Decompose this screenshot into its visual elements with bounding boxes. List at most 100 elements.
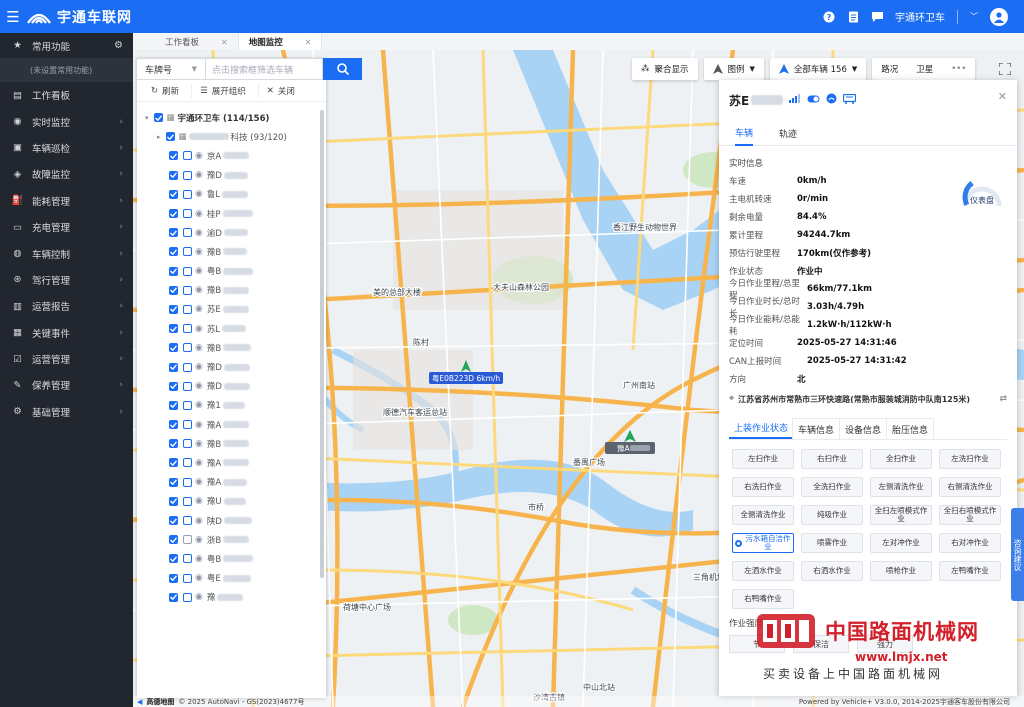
checkbox[interactable] <box>169 151 178 161</box>
vehicle-list-item[interactable]: ◉ 苏E <box>137 300 320 319</box>
subtab-vehicle-info[interactable]: 车辆信息 <box>792 418 841 439</box>
expand-icon[interactable]: ▸ <box>157 133 161 141</box>
checkbox[interactable] <box>169 362 178 372</box>
dashboard-gauge[interactable]: 仪表盘 <box>960 178 1004 212</box>
vehicle-list-item[interactable]: ◉ 浙B <box>137 530 320 549</box>
eye-icon[interactable]: ◉ <box>195 189 203 199</box>
avatar-icon[interactable] <box>990 7 1008 26</box>
vehicle-list-item[interactable]: ◉ 粤B <box>137 549 320 568</box>
operation-button[interactable]: 左洗扫作业 <box>939 449 1001 469</box>
vehicle-list-item[interactable]: ◉ 豫B <box>137 338 320 357</box>
sidebar-item[interactable]: ▥ 运营报告 › <box>0 293 133 319</box>
subtab-tire-pressure[interactable]: 胎压信息 <box>886 418 935 439</box>
sidebar-item[interactable]: ⊛ 驾行管理 › <box>0 267 133 293</box>
operation-button[interactable]: 左侧清洗作业 <box>870 477 932 497</box>
fullscreen-icon[interactable] <box>996 60 1014 78</box>
checkbox[interactable] <box>169 189 178 199</box>
vehicle-list-item[interactable]: ◉ 豫D <box>137 377 320 396</box>
eye-icon[interactable]: ◉ <box>195 592 203 602</box>
sidebar-item[interactable]: ⚙ 基础管理 › <box>0 399 133 425</box>
checkbox[interactable] <box>169 420 178 430</box>
expand-org-button[interactable]: ☰ 展开组织 <box>192 83 259 98</box>
checkbox[interactable] <box>169 247 178 257</box>
all-vehicles-button[interactable]: 全部车辆 156 ▼ <box>769 58 867 80</box>
vehicle-search-input[interactable]: 点击搜索框筛选车辆 <box>206 58 323 80</box>
eye-icon[interactable]: ◉ <box>195 400 203 410</box>
message-icon[interactable] <box>871 11 883 23</box>
operation-button[interactable]: 喷雾作业 <box>801 533 863 553</box>
operation-button[interactable]: 全侧清洗作业 <box>732 505 794 525</box>
vehicle-list-item[interactable]: ◉ 豫B <box>137 281 320 300</box>
traffic-toggle[interactable]: 路况 <box>872 63 907 75</box>
sidebar-item-favorites[interactable]: ★ 常用功能 ⚙ <box>0 33 133 58</box>
gear-icon[interactable]: ⚙ <box>114 40 123 51</box>
operation-button[interactable]: 右扫作业 <box>801 449 863 469</box>
eye-icon[interactable]: ◉ <box>195 439 203 449</box>
sidebar-item[interactable]: ◍ 车辆控制 › <box>0 240 133 266</box>
help-icon[interactable]: ? <box>823 11 835 23</box>
vehicle-list-item[interactable]: ◉ 豫U <box>137 492 320 511</box>
operation-button[interactable]: 污水箱自洁作业 <box>732 533 794 553</box>
eye-icon[interactable]: ◉ <box>195 343 203 353</box>
operation-button[interactable]: 纯吸作业 <box>801 505 863 525</box>
eye-icon[interactable]: ◉ <box>195 324 203 334</box>
vehicle-list-item[interactable]: ◉ 豫D <box>137 166 320 185</box>
tab-dashboard[interactable]: 工作看板 ✕ <box>155 34 239 50</box>
vehicle-list-item[interactable]: ◉ 豫 <box>137 588 320 607</box>
document-icon[interactable] <box>847 11 859 23</box>
eye-icon[interactable]: ◉ <box>195 228 203 238</box>
operation-button[interactable]: 右侧清洗作业 <box>939 477 1001 497</box>
checkbox[interactable] <box>169 228 178 238</box>
operation-button[interactable]: 左洒水作业 <box>732 561 794 581</box>
search-type-select[interactable]: 车牌号 ▼ <box>136 58 206 80</box>
app-logo[interactable]: 宇通车联网 <box>26 7 132 27</box>
search-button[interactable] <box>323 58 362 80</box>
vehicle-list-item[interactable]: ◉ 豫A <box>137 473 320 492</box>
sidebar-item[interactable]: ⛽ 能耗管理 › <box>0 188 133 214</box>
sidebar-item[interactable]: ▦ 关键事件 › <box>0 320 133 346</box>
satellite-toggle[interactable]: 卫星 <box>907 63 942 75</box>
close-icon[interactable]: ✕ <box>305 38 312 47</box>
tab-map-monitor[interactable]: 地图监控 ✕ <box>238 34 323 50</box>
menu-toggle-icon[interactable]: ☰ <box>0 8 26 26</box>
close-tree-button[interactable]: ✕ 关闭 <box>259 84 307 98</box>
checkbox[interactable] <box>169 573 178 583</box>
eye-icon[interactable]: ◉ <box>195 266 203 276</box>
vehicle-list-item[interactable]: ◉ 豫A <box>137 453 320 472</box>
operation-button[interactable]: 喷枪作业 <box>870 561 932 581</box>
eye-icon[interactable]: ◉ <box>195 535 203 545</box>
vehicle-list-item[interactable]: ◉ 豫D <box>137 357 320 376</box>
sidebar-item[interactable]: ◉ 实时监控 › <box>0 108 133 134</box>
more-icon[interactable]: ••• <box>942 64 975 74</box>
consult-suggestion-button[interactable]: 咨询建议 <box>1011 508 1024 601</box>
checkbox[interactable] <box>169 170 178 180</box>
eye-icon[interactable]: ◉ <box>195 554 203 564</box>
vehicle-list-item[interactable]: ◉ 京A <box>137 146 320 165</box>
operation-button[interactable]: 右洗扫作业 <box>732 477 794 497</box>
vehicle-list-item[interactable]: ◉ 豫B <box>137 434 320 453</box>
eye-icon[interactable]: ◉ <box>195 170 203 180</box>
checkbox[interactable] <box>169 554 178 564</box>
vehicle-list-item[interactable]: ◉ 豫B <box>137 242 320 261</box>
vehicle-list-item[interactable]: ◉ 粤B <box>137 262 320 281</box>
operation-button[interactable]: 全洗扫作业 <box>801 477 863 497</box>
sidebar-item[interactable]: ▤ 工作看板 <box>0 82 133 108</box>
eye-icon[interactable]: ◉ <box>195 285 203 295</box>
eye-icon[interactable]: ◉ <box>195 151 203 161</box>
checkbox[interactable] <box>169 535 178 545</box>
operation-button[interactable]: 左扫作业 <box>732 449 794 469</box>
legend-button[interactable]: 图例 ▼ <box>703 58 764 80</box>
eye-icon[interactable]: ◉ <box>195 573 203 583</box>
swap-icon[interactable]: ⇄ <box>999 394 1007 404</box>
eye-icon[interactable]: ◉ <box>195 516 203 526</box>
sidebar-item[interactable]: ▣ 车辆巡检 › <box>0 135 133 161</box>
current-user-name[interactable]: 宇通环卫车 <box>895 9 945 24</box>
vehicle-list-item[interactable]: ◉ 渝D <box>137 223 320 242</box>
checkbox[interactable] <box>169 592 178 602</box>
vehicle-list-item[interactable]: ◉ 桂P <box>137 204 320 223</box>
checkbox[interactable] <box>169 516 178 526</box>
checkbox[interactable] <box>169 458 178 468</box>
operation-button[interactable]: 全扫作业 <box>870 449 932 469</box>
eye-icon[interactable]: ◉ <box>195 477 203 487</box>
vehicle-list-item[interactable]: ◉ 豫A <box>137 415 320 434</box>
